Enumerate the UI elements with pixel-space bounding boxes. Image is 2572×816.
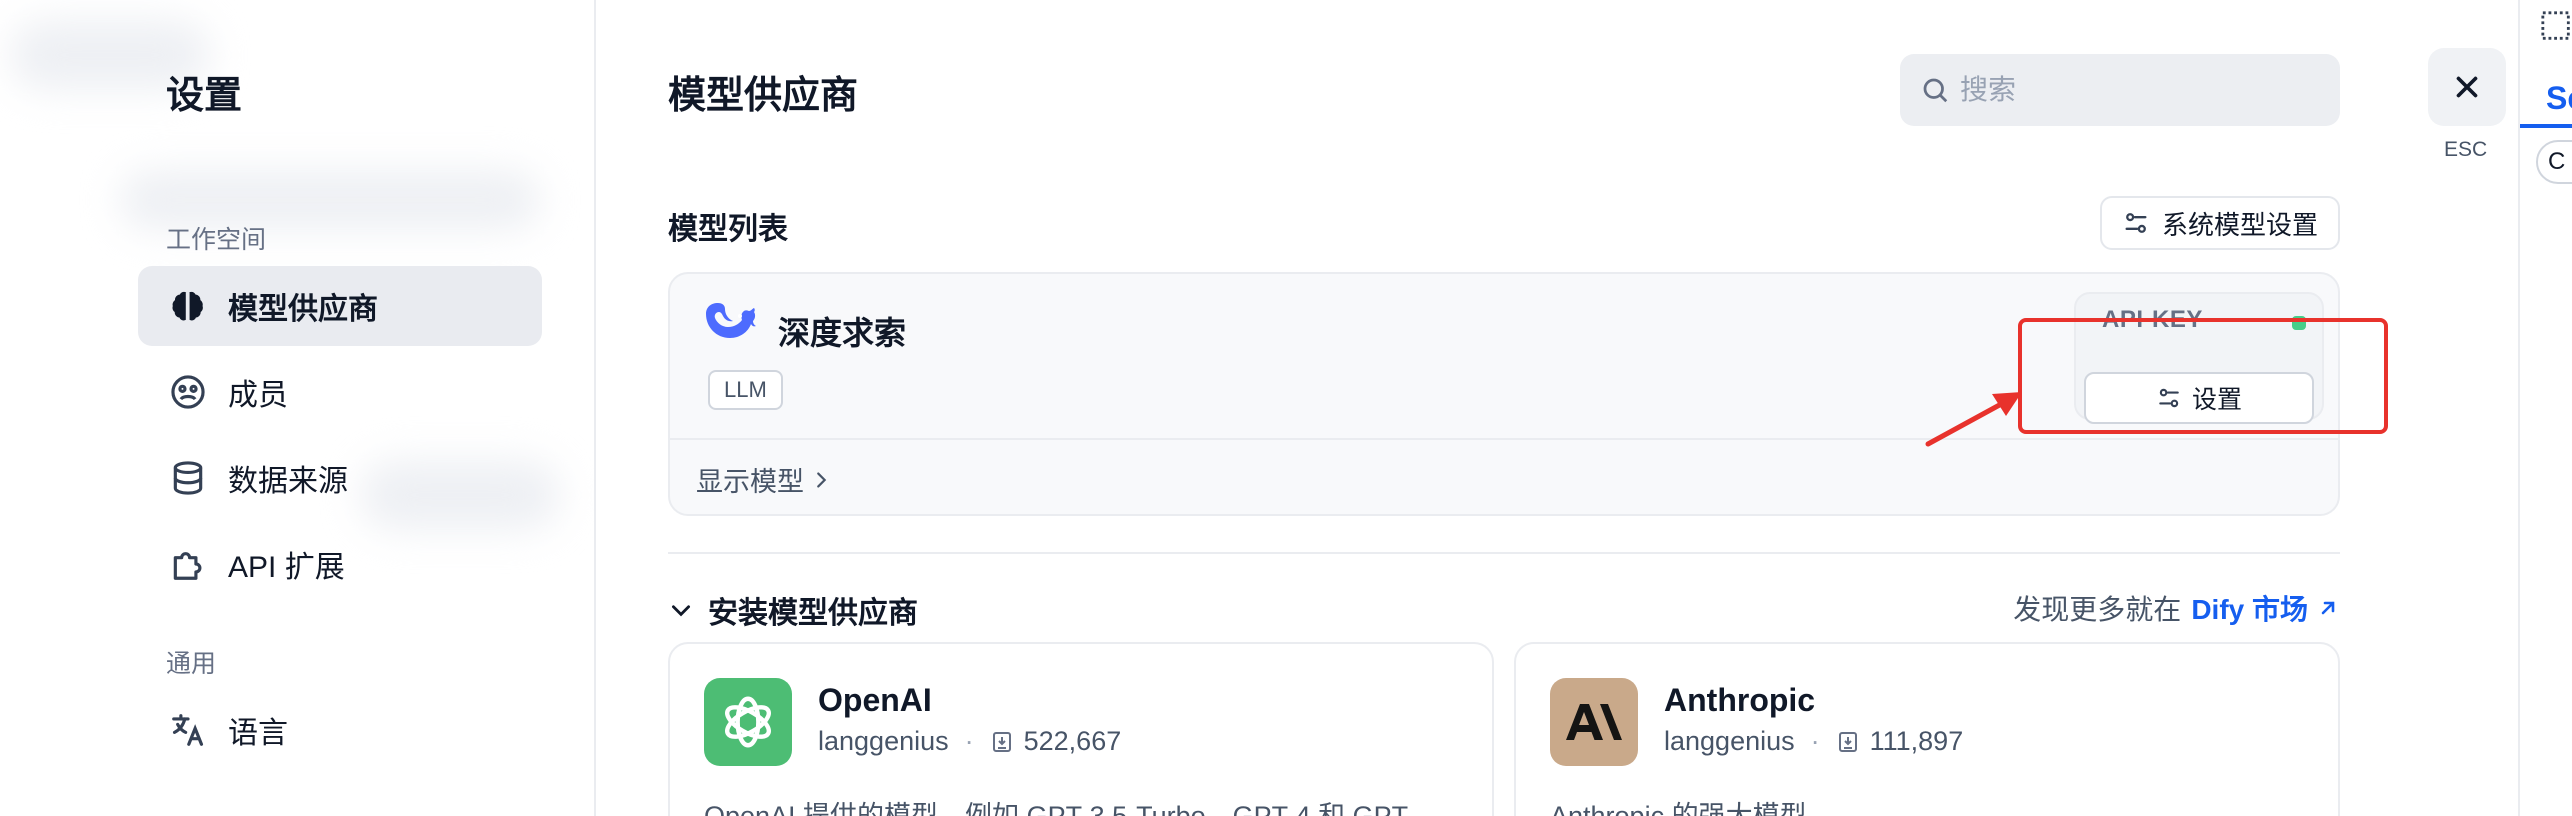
sidebar-item-members[interactable]: 成员 (138, 352, 542, 432)
settings-label: 设置 (2191, 386, 2242, 414)
sidebar-item-model-providers[interactable]: 模型供应商 (138, 266, 542, 346)
members-icon (168, 372, 208, 412)
puzzle-icon (168, 544, 208, 584)
esc-hint: ESC (2444, 138, 2488, 161)
background-panel: Se C (2518, 0, 2572, 816)
close-button[interactable] (2428, 48, 2506, 126)
close-icon (2450, 70, 2484, 104)
status-indicator (2292, 316, 2306, 330)
openai-logo-icon (704, 678, 792, 766)
marketplace-card-openai[interactable]: OpenAI langgenius · 522,667 OpenAI 提供的模型… (668, 642, 1494, 816)
brain-icon (168, 286, 208, 326)
api-key-label: API-KEY (2102, 306, 2203, 333)
provider-name: Anthropic (1664, 682, 1816, 718)
api-key-panel: API-KEY 设置 (2074, 292, 2324, 424)
deepseek-whale-icon (702, 302, 758, 351)
install-providers-toggle[interactable]: 安装模型供应商 (668, 588, 918, 632)
model-type-tag: LLM (708, 370, 783, 410)
sidebar-item-label: 模型供应商 (228, 293, 378, 326)
chevron-right-icon (810, 469, 832, 491)
install-count: 522,667 (1023, 726, 1122, 756)
provider-name: OpenAI (818, 682, 932, 718)
sidebar-title: 设置 (166, 75, 243, 117)
translate-icon (168, 710, 208, 750)
provider-description: OpenAI 提供的模型，例如 GPT-3.5-Turbo、GPT-4 和 GP… (704, 801, 1416, 816)
sidebar-item-label: 成员 (228, 379, 288, 412)
group-label-general: 通用 (166, 650, 217, 678)
search-box[interactable] (1900, 54, 2340, 126)
provider-name: 深度求索 (778, 315, 907, 351)
marketplace-card-anthropic[interactable]: Anthropic langgenius · 111,897 Anthropic… (1514, 642, 2340, 816)
sliders-icon (2122, 209, 2150, 237)
provider-meta: langgenius · 111,897 (1664, 726, 1963, 757)
separator-dot: · (1810, 726, 1820, 756)
install-count-icon (1836, 730, 1860, 754)
install-count: 111,897 (1869, 726, 1964, 756)
sidebar-item-label: API 扩展 (228, 551, 345, 584)
provider-description: Anthropic 的强大模型 (1550, 801, 1807, 816)
sidebar-item-language[interactable]: 语言 (138, 690, 542, 770)
sliders-icon (2156, 385, 2182, 411)
pill-label: C (2548, 148, 2566, 175)
section-divider (668, 552, 2340, 554)
search-icon (1920, 75, 1950, 105)
card-divider (670, 438, 2338, 440)
search-input[interactable] (1960, 74, 2320, 106)
arrow-up-right-icon (2316, 596, 2340, 620)
install-providers-title: 安装模型供应商 (708, 597, 918, 630)
author-name: langgenius (818, 726, 949, 756)
separator-dot: · (964, 726, 974, 756)
tab-underline (2520, 124, 2572, 128)
background-pill-button[interactable]: C (2536, 140, 2572, 184)
system-model-settings-label: 系统模型设置 (2161, 209, 2318, 240)
provider-card-deepseek: 深度求索 LLM API-KEY 设置 显示模型 (668, 272, 2340, 516)
group-label-workspace: 工作空间 (166, 226, 267, 254)
discover-prefix: 发现更多就在 (2013, 594, 2182, 625)
sidebar-item-api-extensions[interactable]: API 扩展 (138, 524, 542, 604)
author-name: langgenius (1664, 726, 1795, 756)
dify-marketplace-label: Dify 市场 (2191, 594, 2308, 625)
sidebar-item-label: 数据来源 (228, 465, 348, 498)
show-models-label: 显示模型 (696, 467, 804, 497)
install-count-icon (990, 730, 1014, 754)
settings-sidebar: 设置 工作空间 模型供应商 成员 数据来源 API 扩展 通用 语言 (0, 0, 596, 816)
background-tab[interactable]: Se (2546, 80, 2572, 117)
select-cursor-icon (2540, 10, 2572, 49)
show-models-toggle[interactable]: 显示模型 (696, 460, 832, 499)
anthropic-logo-icon (1550, 678, 1638, 766)
main-panel: 模型供应商 模型列表 系统模型设置 深度求索 LLM API-KEY (596, 0, 2436, 816)
provider-meta: langgenius · 522,667 (818, 726, 1121, 757)
system-model-settings-button[interactable]: 系统模型设置 (2100, 196, 2340, 250)
model-list-title: 模型列表 (668, 213, 788, 246)
chevron-down-icon (668, 597, 694, 623)
sidebar-item-label: 语言 (228, 717, 288, 750)
discover-more: 发现更多就在 Dify 市场 (2013, 588, 2340, 628)
dify-marketplace-link[interactable]: Dify 市场 (2191, 588, 2340, 628)
page-title: 模型供应商 (668, 75, 859, 117)
provider-settings-button[interactable]: 设置 (2084, 372, 2314, 424)
sidebar-item-data-sources[interactable]: 数据来源 (138, 438, 542, 518)
database-icon (168, 458, 208, 498)
